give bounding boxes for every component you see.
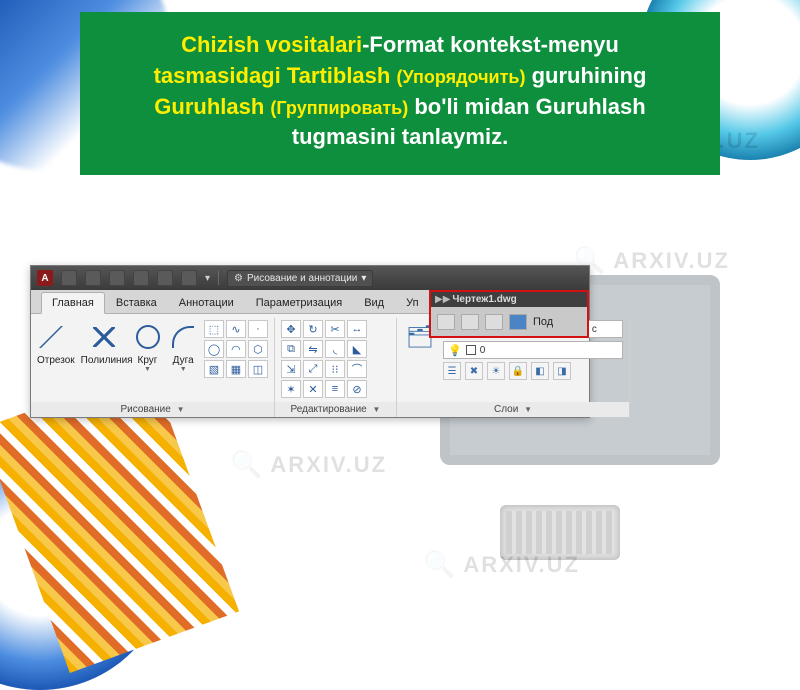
- search-icon: 🔍: [230, 449, 264, 480]
- headline-span: (Упорядочить): [396, 67, 525, 87]
- watermark: 🔍 ARXIV.UZ: [573, 245, 730, 276]
- headline-span: (Группировать): [270, 98, 408, 118]
- doc-action-4-button[interactable]: [509, 314, 527, 330]
- layer-tool-6[interactable]: ◨: [553, 362, 571, 380]
- tool-line[interactable]: Отрезок: [37, 320, 75, 366]
- panel-expand-icon[interactable]: ▼: [177, 405, 185, 414]
- tool-arc[interactable]: Дуга ▼: [168, 320, 198, 373]
- search-icon: 🔍: [423, 549, 457, 580]
- chevron-down-icon: ▼: [133, 366, 163, 373]
- tool-fillet[interactable]: ◟: [325, 340, 345, 358]
- tool-break[interactable]: ⊘: [347, 380, 367, 398]
- headline-span: Chizish vositalari: [181, 32, 362, 57]
- panel-expand-icon[interactable]: ▼: [373, 405, 381, 414]
- layer-color-swatch: [466, 345, 476, 355]
- panel-drawing: Отрезок Полилиния Круг ▼ Дуга ▼ ⬚: [31, 318, 275, 417]
- panel-modify: ✥ ↻ ✂ ↔ ⧉ ⇋ ◟ ◣ ⇲ ⤢ ⁝⁝ ⌒ ✶ ✕ ≡ ⊘: [275, 318, 397, 417]
- workspace-label: Рисование и аннотации: [247, 273, 357, 284]
- document-name: Чертеж1.dwg: [452, 294, 516, 305]
- layer-name-label: 0: [480, 345, 486, 356]
- tool-explode[interactable]: ✶: [281, 380, 301, 398]
- tool-erase[interactable]: ✕: [303, 380, 323, 398]
- doc-action-2-button[interactable]: [461, 314, 479, 330]
- autocad-ribbon-screenshot: A ▾ ⚙ Рисование и аннотации ▾ Главная Вс…: [30, 265, 590, 418]
- layer-tool-1[interactable]: ☰: [443, 362, 461, 380]
- tool-extend[interactable]: ↔: [347, 320, 367, 338]
- qat-customize-icon[interactable]: ▾: [205, 273, 210, 284]
- tab-main[interactable]: Главная: [41, 292, 105, 314]
- tab-annotations[interactable]: Аннотации: [168, 292, 245, 313]
- tool-trim[interactable]: ✂: [325, 320, 345, 338]
- tool-align[interactable]: ≡: [325, 380, 345, 398]
- polyline-icon: [93, 327, 115, 347]
- headline-span: Guruhlash: [154, 94, 270, 119]
- mini-draw-9[interactable]: ◫: [248, 360, 268, 378]
- play-icon: ▶▶: [435, 294, 450, 305]
- tool-circle[interactable]: Круг ▼: [133, 320, 163, 373]
- layer-tool-5[interactable]: ◧: [531, 362, 549, 380]
- qat-print-button[interactable]: [181, 270, 197, 286]
- layer-tool-3[interactable]: ☀: [487, 362, 505, 380]
- doc-action-3-button[interactable]: [485, 314, 503, 330]
- headline-box: Chizish vositalari-Format kontekst-menyu…: [80, 12, 720, 175]
- modify-mini-tools: ✥ ↻ ✂ ↔ ⧉ ⇋ ◟ ◣ ⇲ ⤢ ⁝⁝ ⌒ ✶ ✕ ≡ ⊘: [281, 320, 367, 398]
- current-layer-dropdown[interactable]: 💡 0: [443, 341, 623, 359]
- tool-chamfer[interactable]: ◣: [347, 340, 367, 358]
- tool-rotate[interactable]: ↻: [303, 320, 323, 338]
- tool-scale[interactable]: ⤢: [303, 360, 323, 378]
- headline-span: -Format kontekst-menyu: [362, 32, 619, 57]
- draw-mini-tools: ⬚ ∿ · ◯ ◠ ⬡ ▧ ▦ ◫: [204, 320, 268, 378]
- qat-redo-button[interactable]: [157, 270, 173, 286]
- lightbulb-icon: 💡: [448, 344, 462, 357]
- truncated-button-label[interactable]: Под: [533, 316, 553, 328]
- mini-draw-1[interactable]: ⬚: [204, 320, 224, 338]
- tab-view[interactable]: Вид: [353, 292, 395, 313]
- tool-offset[interactable]: ⌒: [347, 360, 367, 378]
- tool-copy[interactable]: ⧉: [281, 340, 301, 358]
- panel-title-label: Слои: [494, 404, 518, 415]
- titlebar: A ▾ ⚙ Рисование и аннотации ▾: [31, 266, 589, 290]
- panel-title-label: Редактирование: [291, 404, 367, 415]
- arc-icon: [172, 326, 194, 348]
- gear-icon: ⚙: [234, 273, 243, 284]
- layer-tool-4[interactable]: 🔒: [509, 362, 527, 380]
- mini-draw-5[interactable]: ◠: [226, 340, 246, 358]
- circle-icon: [136, 325, 160, 349]
- qat-open-button[interactable]: [85, 270, 101, 286]
- headline-span: tasmasidagi Tartiblash: [154, 63, 397, 88]
- tab-parametrization[interactable]: Параметризация: [245, 292, 353, 313]
- workspace-switcher[interactable]: ⚙ Рисование и аннотации ▾: [227, 270, 373, 287]
- tool-mirror[interactable]: ⇋: [303, 340, 323, 358]
- qat-save-button[interactable]: [109, 270, 125, 286]
- separator: [218, 271, 219, 285]
- mini-draw-3[interactable]: ·: [248, 320, 268, 338]
- tab-truncated[interactable]: Уп: [395, 292, 429, 313]
- mini-draw-6[interactable]: ⬡: [248, 340, 268, 358]
- qat-new-button[interactable]: [61, 270, 77, 286]
- mini-draw-7[interactable]: ▧: [204, 360, 224, 378]
- tab-insert[interactable]: Вставка: [105, 292, 168, 313]
- tool-move[interactable]: ✥: [281, 320, 301, 338]
- layer-tool-2[interactable]: ✖: [465, 362, 483, 380]
- ribbon-tabs: Главная Вставка Аннотации Параметризация…: [31, 290, 589, 314]
- doc-action-1-button[interactable]: [437, 314, 455, 330]
- mini-draw-8[interactable]: ▦: [226, 360, 246, 378]
- chevron-down-icon: ▼: [168, 366, 198, 373]
- mini-draw-4[interactable]: ◯: [204, 340, 224, 358]
- watermark: 🔍 ARXIV.UZ: [230, 449, 387, 480]
- headline-span: guruhining: [525, 63, 646, 88]
- line-icon: [44, 326, 68, 348]
- tool-array[interactable]: ⁝⁝: [325, 360, 345, 378]
- highlighted-document-tab-area: ▶▶ Чертеж1.dwg Под: [429, 290, 589, 338]
- chevron-down-icon: ▾: [361, 273, 366, 284]
- mini-draw-2[interactable]: ∿: [226, 320, 246, 338]
- panel-title-label: Рисование: [120, 404, 170, 415]
- watermark: 🔍 ARXIV.UZ: [423, 549, 580, 580]
- qat-undo-button[interactable]: [133, 270, 149, 286]
- panel-expand-icon[interactable]: ▼: [524, 405, 532, 414]
- app-menu-button[interactable]: A: [37, 270, 53, 286]
- tool-stretch[interactable]: ⇲: [281, 360, 301, 378]
- tool-polyline[interactable]: Полилиния: [81, 320, 127, 366]
